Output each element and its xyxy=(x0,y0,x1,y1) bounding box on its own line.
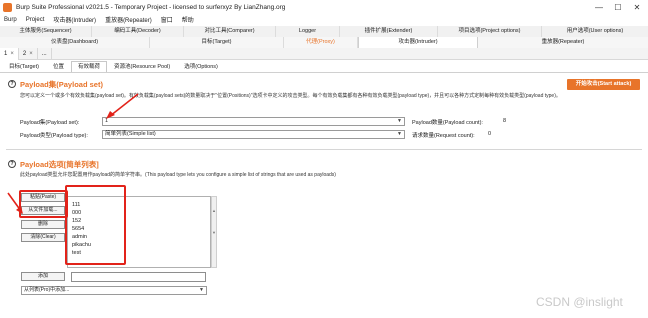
annotation-arrow xyxy=(109,93,139,117)
annotation-box xyxy=(65,185,126,265)
annotation-overlay xyxy=(7,93,139,214)
annotation-box xyxy=(19,190,68,218)
watermark: CSDN @inslight xyxy=(536,295,623,309)
